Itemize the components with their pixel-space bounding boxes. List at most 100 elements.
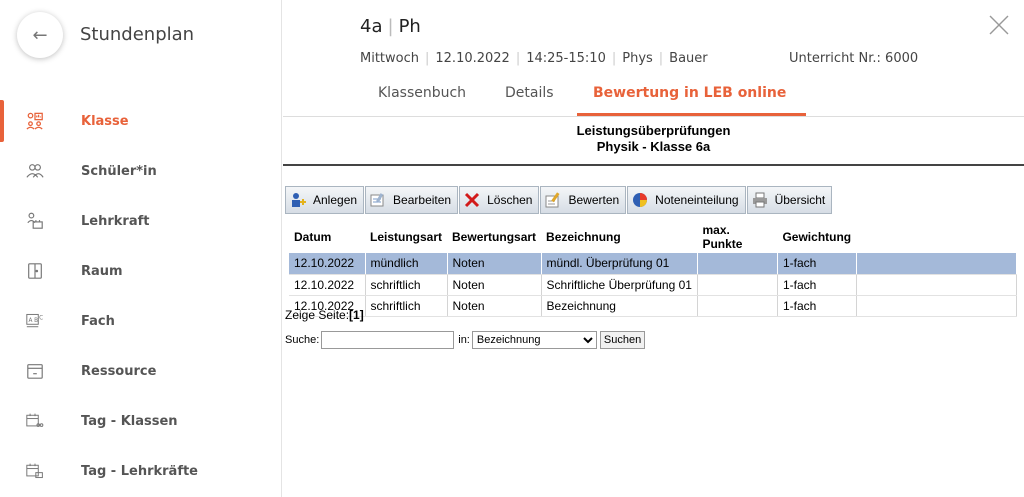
bewerten-button[interactable]: Bewerten: [540, 186, 627, 214]
cell-max-punkte: [697, 274, 778, 296]
sidebar-item-label: Klasse: [81, 113, 129, 129]
sidebar-nav: Klasse Schüler*in Lehrkraft Raum A BC Fa…: [0, 96, 282, 496]
sidebar-item-label: Raum: [81, 263, 123, 279]
cell-filler: [856, 274, 1018, 296]
resource-box-icon: [26, 361, 44, 381]
frame-divider: [283, 164, 1024, 166]
sidebar-item-schueler[interactable]: Schüler*in: [0, 146, 282, 196]
search-field-select[interactable]: Bezeichnung: [471, 331, 597, 349]
search-label: Suche:: [285, 334, 320, 346]
loeschen-label: Löschen: [487, 193, 533, 207]
calendar-group-icon: [26, 411, 44, 431]
printer-icon: [752, 192, 768, 208]
frame-subtitle: Physik - Klasse 6a: [596, 139, 711, 154]
tab-klassenbuch[interactable]: Klassenbuch: [378, 82, 466, 116]
class-name: 4a: [360, 16, 383, 37]
toolbar: Anlegen Bearbeiten Löschen Bewerten Note…: [285, 186, 833, 214]
lesson-date: 12.10.2022: [435, 51, 510, 66]
pager: Zeige Seite:[1]: [285, 308, 364, 322]
room-door-icon: [26, 261, 44, 281]
pager-label: Zeige Seite:: [285, 308, 350, 322]
cell-leistungsart: schriftlich: [365, 295, 448, 317]
svg-text:C: C: [39, 315, 43, 321]
column-header-filler: [856, 221, 1016, 253]
meta-separator: |: [611, 51, 617, 66]
arrow-left-icon: ←: [32, 24, 48, 46]
cell-bewertungsart: Noten: [447, 295, 542, 317]
noteneinteilung-button[interactable]: Noteneinteilung: [627, 186, 746, 214]
table-row[interactable]: 12.10.2022 mündlich Noten mündl. Überprü…: [289, 253, 1018, 275]
sidebar-item-label: Lehrkraft: [81, 213, 150, 229]
column-header-gewichtung[interactable]: Gewichtung: [777, 221, 856, 253]
column-header-leistungsart[interactable]: Leistungsart: [365, 221, 447, 253]
loeschen-button[interactable]: Löschen: [459, 186, 540, 214]
noteneinteilung-label: Noteneinteilung: [655, 193, 739, 207]
close-button[interactable]: [988, 14, 1010, 36]
frame-title: Leistungsüberprüfungen: [576, 123, 731, 138]
subject-long: Phys: [622, 51, 653, 66]
meta-separator: |: [658, 51, 664, 66]
teacher-name: Bauer: [669, 51, 708, 66]
cell-filler: [856, 253, 1018, 275]
assessment-table: Datum Leistungsart Bewertungsart Bezeich…: [289, 221, 1018, 317]
pager-current-page[interactable]: [1]: [349, 308, 364, 322]
column-header-max-punkte[interactable]: max. Punkte: [697, 221, 777, 253]
sidebar-item-fach[interactable]: A BC Fach: [0, 296, 282, 346]
class-icon: [26, 111, 44, 131]
sidebar-item-label: Ressource: [81, 363, 157, 379]
sidebar: ← Stundenplan Klasse Schüler*in Lehrkraf…: [0, 0, 282, 497]
cell-max-punkte: [697, 295, 778, 317]
back-button[interactable]: ←: [17, 12, 63, 58]
sidebar-item-klasse[interactable]: Klasse: [0, 96, 282, 146]
cell-bewertungsart: Noten: [447, 274, 542, 296]
table-row[interactable]: 12.10.2022 schriftlich Noten Schriftlich…: [289, 274, 1018, 296]
tab-bewertung[interactable]: Bewertung in LEB online: [576, 82, 807, 116]
subject-short: Ph: [398, 16, 421, 37]
search-input[interactable]: [321, 331, 455, 349]
cell-gewichtung: 1-fach: [777, 274, 857, 296]
cell-gewichtung: 1-fach: [777, 295, 857, 317]
sidebar-item-label: Fach: [81, 313, 115, 329]
delete-x-icon: [464, 192, 480, 208]
cell-bezeichnung: Schriftliche Überprüfung 01: [541, 274, 698, 296]
sidebar-item-lehrkraft[interactable]: Lehrkraft: [0, 196, 282, 246]
bearbeiten-label: Bearbeiten: [393, 193, 452, 207]
tab-details[interactable]: Details: [505, 82, 554, 116]
close-icon: [989, 15, 1009, 35]
add-user-icon: [290, 192, 306, 208]
lesson-time: 14:25-15:10: [526, 51, 606, 66]
edit-icon: [370, 192, 386, 208]
cell-max-punkte: [697, 253, 778, 275]
subject-icon: A BC: [26, 311, 44, 331]
lesson-title: 4a | Ph: [360, 16, 421, 37]
sidebar-title: Stundenplan: [80, 24, 195, 45]
bewerten-label: Bewerten: [568, 193, 620, 207]
title-separator: |: [387, 16, 394, 37]
sidebar-item-tag-klassen[interactable]: Tag - Klassen: [0, 396, 282, 446]
uebersicht-button[interactable]: Übersicht: [746, 186, 833, 214]
meta-separator: |: [425, 51, 430, 66]
sidebar-item-raum[interactable]: Raum: [0, 246, 282, 296]
table-row[interactable]: 12.10.2022 schriftlich Noten Bezeichnung…: [289, 295, 1018, 317]
column-header-bewertungsart[interactable]: Bewertungsart: [447, 221, 541, 253]
teacher-icon: [26, 211, 44, 231]
sidebar-item-tag-lehrkraefte[interactable]: Tag - Lehrkräfte: [0, 446, 282, 496]
sidebar-item-ressource[interactable]: Ressource: [0, 346, 282, 396]
grade-pen-icon: [545, 192, 561, 208]
sidebar-item-label: Tag - Lehrkräfte: [81, 463, 198, 479]
anlegen-button[interactable]: Anlegen: [285, 186, 365, 214]
search-in-label: in:: [458, 334, 470, 346]
search-button[interactable]: Suchen: [599, 331, 646, 349]
cell-bewertungsart: Noten: [447, 253, 542, 275]
sidebar-item-label: Tag - Klassen: [81, 413, 178, 429]
bearbeiten-button[interactable]: Bearbeiten: [365, 186, 459, 214]
cell-datum: 12.10.2022: [289, 274, 366, 296]
column-header-datum[interactable]: Datum: [289, 221, 365, 253]
lesson-number: Unterricht Nr.: 6000: [789, 51, 919, 66]
lesson-meta: Mittwoch | 12.10.2022 | 14:25-15:10 | Phys | Bau…: [360, 51, 708, 66]
uebersicht-label: Übersicht: [774, 193, 826, 207]
cell-datum: 12.10.2022: [289, 253, 366, 275]
column-header-bezeichnung[interactable]: Bezeichnung: [541, 221, 697, 253]
table-header-row: Datum Leistungsart Bewertungsart Bezeich…: [289, 221, 1017, 253]
sidebar-item-label: Schüler*in: [81, 163, 157, 179]
